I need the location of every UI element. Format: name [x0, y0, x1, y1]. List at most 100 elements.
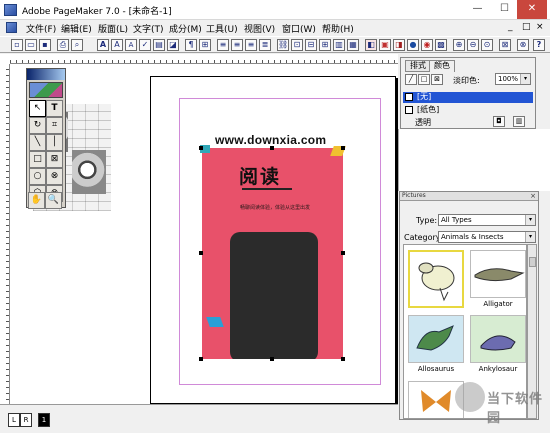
fill-stroke-icon[interactable]: ⊠	[431, 74, 443, 85]
find-icon[interactable]: ⌕	[71, 39, 83, 51]
color-icon[interactable]: ◧	[365, 39, 377, 51]
zoom-in-icon[interactable]: ⊕	[453, 39, 465, 51]
constrained-line-tool-icon[interactable]: │	[46, 134, 63, 151]
link-icon[interactable]: ⛓	[277, 39, 289, 51]
globe-icon[interactable]: ●	[407, 39, 419, 51]
site-logo-mark	[455, 382, 485, 412]
help-icon[interactable]: ?	[533, 39, 545, 51]
font-larger-icon[interactable]: A	[111, 39, 123, 51]
new-icon[interactable]: ▫	[11, 39, 23, 51]
type-select[interactable]: All Types ▾	[438, 214, 536, 226]
selection-handle[interactable]	[341, 146, 345, 150]
plugin-icon[interactable]: ⊗	[517, 39, 529, 51]
align-center-icon[interactable]: ≡	[231, 39, 243, 51]
close-button[interactable]: ✕	[517, 0, 547, 19]
selection-handle[interactable]	[270, 146, 274, 150]
fill-icon[interactable]: □	[418, 74, 430, 85]
crop-tool-icon[interactable]: ⌗	[46, 117, 63, 134]
menu-type[interactable]: 文字(T)	[133, 22, 164, 35]
lock-icon[interactable]: ▥	[333, 39, 345, 51]
color-row-none[interactable]: [无]	[403, 92, 533, 103]
menu-help[interactable]: 帮助(H)	[322, 22, 354, 35]
pictures-titlebar[interactable]: Pictures ×	[400, 192, 538, 201]
scrollbar-thumb[interactable]	[529, 257, 536, 267]
menu-edit[interactable]: 编辑(E)	[61, 22, 92, 35]
export-icon[interactable]: ◨	[393, 39, 405, 51]
doc-minimize-button[interactable]: _	[508, 22, 513, 32]
stroke-icon[interactable]: ╱	[405, 74, 417, 85]
justify-icon[interactable]: ≣	[259, 39, 271, 51]
tint-select[interactable]: 100% ▾	[495, 73, 531, 85]
toolbox-titlebar[interactable]	[27, 69, 65, 80]
category-select[interactable]: Animals & Insects ▾	[438, 231, 536, 243]
group-icon[interactable]: ⊟	[305, 39, 317, 51]
thumbnail-item[interactable]	[408, 250, 464, 308]
picture-icon[interactable]: ▩	[435, 39, 447, 51]
placed-image[interactable]: 阅读 畅聊阅读体验，体验从这里出发	[202, 148, 343, 359]
menu-layout[interactable]: 版面(L)	[98, 22, 128, 35]
menu-utilities[interactable]: 工具(U)	[206, 22, 238, 35]
thumbnail-item[interactable]	[470, 250, 526, 298]
top-ruler[interactable]	[10, 54, 398, 64]
font-smaller-icon[interactable]: A	[125, 39, 137, 51]
left-master-page-icon[interactable]: L	[8, 413, 20, 427]
pointer-tool-icon[interactable]: ↖	[29, 100, 46, 117]
save-icon[interactable]: ▪	[39, 39, 51, 51]
maximize-button[interactable]: ☐	[491, 0, 518, 19]
menu-view[interactable]: 视图(V)	[244, 22, 275, 35]
rectangle-frame-tool-icon[interactable]: ⊠	[46, 151, 63, 168]
print-icon[interactable]: ⎙	[57, 39, 69, 51]
style-icon[interactable]: ▤	[153, 39, 165, 51]
thumbnail-caption: Alligator	[483, 300, 513, 308]
align-right-icon[interactable]: ≡	[245, 39, 257, 51]
hand-tool-icon[interactable]: ✋	[28, 192, 45, 209]
selection-handle[interactable]	[199, 251, 203, 255]
page-1-icon[interactable]: 1	[38, 413, 50, 427]
paragraph-icon[interactable]: ¶	[185, 39, 197, 51]
pdf-icon[interactable]: ▣	[379, 39, 391, 51]
thumbnail-item[interactable]	[408, 315, 464, 363]
menu-element[interactable]: 成分(M)	[169, 22, 202, 35]
tabs-icon[interactable]: ⊞	[199, 39, 211, 51]
tab-colors[interactable]: 颜色	[429, 60, 455, 72]
ungroup-icon[interactable]: ⊞	[319, 39, 331, 51]
frame-icon[interactable]: ◪	[167, 39, 179, 51]
font-icon[interactable]: A	[97, 39, 109, 51]
view-icon[interactable]: ⊠	[499, 39, 511, 51]
doc-close-button[interactable]: ×	[536, 22, 544, 32]
line-tool-icon[interactable]: ╲	[29, 134, 46, 151]
wrap-icon[interactable]: ⊡	[291, 39, 303, 51]
new-color-icon[interactable]: ◘	[493, 116, 505, 127]
rotate-tool-icon[interactable]: ↻	[29, 117, 46, 134]
fit-page-icon[interactable]: ⊙	[481, 39, 493, 51]
rectangle-tool-icon[interactable]: □	[29, 151, 46, 168]
type-label: Type:	[416, 216, 438, 225]
selection-handle[interactable]	[270, 357, 274, 361]
mask-icon[interactable]: ▦	[347, 39, 359, 51]
minimize-button[interactable]: —	[464, 0, 491, 19]
selection-handle[interactable]	[199, 357, 203, 361]
doc-restore-button[interactable]: □	[522, 22, 531, 32]
ellipse-tool-icon[interactable]: ○	[29, 168, 46, 185]
text-tool-icon[interactable]: T	[46, 100, 63, 117]
selection-handle[interactable]	[341, 357, 345, 361]
right-master-page-icon[interactable]: R	[20, 413, 32, 427]
ellipse-frame-tool-icon[interactable]: ⊗	[46, 168, 63, 185]
color-row-paper[interactable]: [纸色]	[403, 105, 533, 116]
menu-window[interactable]: 窗口(W)	[282, 22, 316, 35]
left-ruler[interactable]	[0, 64, 10, 414]
document-icon[interactable]	[6, 22, 17, 33]
zoom-tool-icon[interactable]: 🔍	[45, 192, 62, 209]
open-icon[interactable]: ▭	[25, 39, 37, 51]
thumbnail-item[interactable]	[470, 315, 526, 363]
zoom-out-icon[interactable]: ⊖	[467, 39, 479, 51]
trash-icon[interactable]: ▥	[513, 116, 525, 127]
tab-styles[interactable]: 排式	[405, 60, 431, 72]
close-icon[interactable]: ×	[530, 192, 536, 200]
spell-icon[interactable]: ✓	[139, 39, 151, 51]
selection-handle[interactable]	[341, 251, 345, 255]
menu-file[interactable]: 文件(F)	[26, 22, 56, 35]
align-left-icon[interactable]: ≡	[217, 39, 229, 51]
selection-handle[interactable]	[199, 146, 203, 150]
html-icon[interactable]: ◉	[421, 39, 433, 51]
